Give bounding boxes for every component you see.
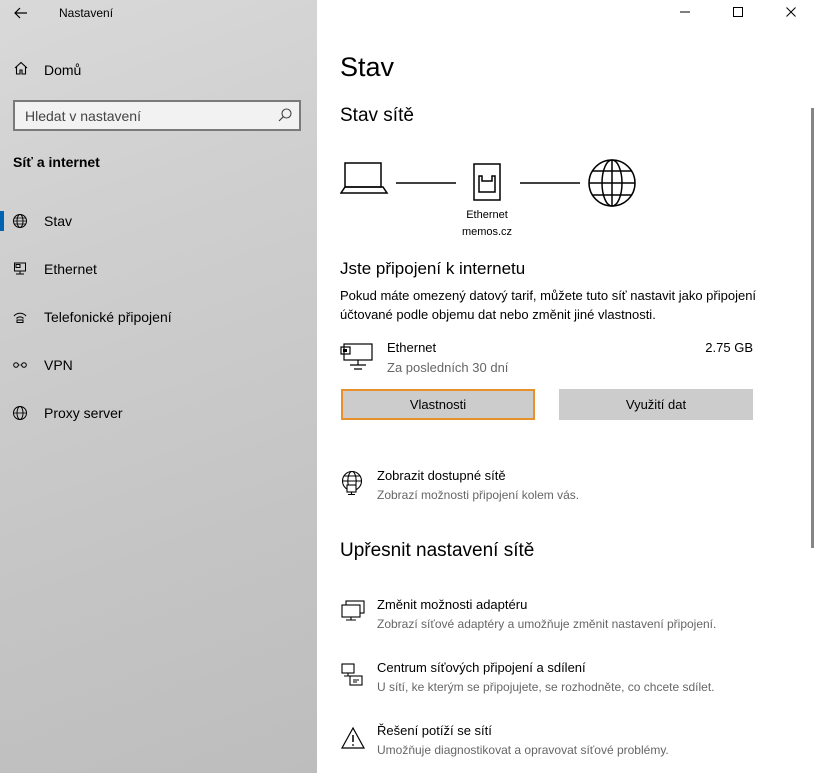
maximize-button[interactable] [711, 0, 764, 26]
globe-icon [0, 405, 44, 421]
minimize-icon [679, 11, 690, 13]
main-content: Stav Stav sítě Ethernet memos.cz Jste př… [317, 0, 817, 773]
change-adapter-options-link[interactable]: Změnit možnosti adaptéru Zobrazí síťové … [340, 597, 780, 637]
warning-icon [340, 726, 366, 749]
back-button[interactable] [10, 3, 32, 23]
sidebar-item-label: Telefonické připojení [44, 309, 172, 325]
properties-button[interactable]: Vlastnosti [341, 389, 535, 420]
maximize-icon [732, 7, 743, 17]
change-adapter-options-title: Změnit možnosti adaptéru [377, 597, 528, 612]
ethernet-usage-row: Ethernet Za posledních 30 dní 2.75 GB [340, 340, 753, 376]
network-diagram: Ethernet memos.cz [339, 152, 640, 242]
section-title: Síť a internet [13, 154, 100, 170]
ethernet-period: Za posledních 30 dní [387, 360, 509, 375]
window-controls [658, 0, 817, 26]
search-placeholder: Hledat v nastavení [25, 108, 141, 124]
connected-title: Jste připojení k internetu [340, 259, 526, 278]
sidebar-item-label: Ethernet [44, 261, 97, 277]
advanced-settings-title: Upřesnit nastavení sítě [340, 540, 535, 561]
sidebar-item-telefonicke-pripojeni[interactable]: Telefonické připojení [0, 293, 317, 341]
network-troubleshooter-desc: Umožňuje diagnostikovat a opravovat síťo… [377, 743, 669, 757]
data-usage-value: 2.75 GB [705, 340, 753, 355]
sharing-center-icon [341, 663, 363, 686]
show-networks-title: Zobrazit dostupné sítě [377, 468, 506, 483]
sidebar-item-ethernet[interactable]: Ethernet [0, 245, 317, 293]
ethernet-icon [340, 343, 373, 370]
scrollbar[interactable] [811, 108, 814, 548]
show-networks-desc: Zobrazí možnosti připojení kolem vás. [377, 488, 580, 502]
internet-globe-icon [588, 159, 636, 207]
page-title: Stav [340, 52, 395, 82]
sidebar-item-proxy-server[interactable]: Proxy server [0, 389, 317, 437]
laptop-icon [339, 162, 389, 194]
sharing-center-link[interactable]: Centrum síťových připojení a sdílení U s… [340, 660, 780, 700]
sharing-center-title: Centrum síťových připojení a sdílení [377, 660, 586, 675]
sidebar-item-label: Stav [44, 213, 73, 229]
sidebar-item-label: Proxy server [44, 405, 123, 421]
close-icon [785, 7, 796, 17]
adapter-name: Ethernet [466, 209, 508, 221]
connected-desc: Pokud máte omezený datový tarif, můžete … [340, 288, 757, 322]
globe-icon [0, 213, 44, 229]
sidebar-item-label: VPN [44, 357, 73, 373]
vpn-icon [0, 357, 44, 373]
close-button[interactable] [764, 0, 817, 26]
search-input[interactable]: Hledat v nastavení [13, 100, 301, 131]
data-usage-button[interactable]: Využití dat [559, 389, 753, 420]
sharing-center-desc: U sítí, ke kterým se připojujete, se roz… [377, 680, 715, 694]
network-name: memos.cz [461, 226, 513, 238]
network-troubleshooter-link[interactable]: Řešení potíží se sítí Umožňuje diagnosti… [340, 723, 780, 763]
network-status-title: Stav sítě [340, 105, 414, 126]
sidebar-nav: Stav Ethernet Telefonické připojení VPN … [0, 197, 317, 437]
home-label: Domů [44, 62, 82, 78]
title-bar: Nastavení [0, 0, 317, 28]
globe-network-icon [341, 470, 363, 496]
ethernet-port-icon [473, 163, 501, 201]
network-troubleshooter-title: Řešení potíží se sítí [377, 723, 492, 738]
change-adapter-options-desc: Zobrazí síťové adaptéry a umožňuje změni… [377, 617, 717, 631]
arrow-left-icon [14, 7, 27, 19]
minimize-button[interactable] [658, 0, 711, 26]
app-title: Nastavení [59, 6, 114, 20]
ethernet-icon [0, 261, 44, 277]
search-icon[interactable] [277, 107, 293, 123]
home-icon [0, 60, 44, 81]
sidebar: Nastavení Domů Hledat v nastavení Síť a … [0, 0, 317, 773]
show-networks-link[interactable]: Zobrazit dostupné sítě Zobrazí možnosti … [340, 468, 780, 508]
ethernet-name: Ethernet [387, 340, 437, 355]
sidebar-item-stav[interactable]: Stav [0, 197, 317, 245]
sidebar-item-vpn[interactable]: VPN [0, 341, 317, 389]
dialup-icon [0, 309, 44, 325]
home-link[interactable]: Domů [0, 56, 317, 84]
adapter-icon [341, 600, 365, 621]
